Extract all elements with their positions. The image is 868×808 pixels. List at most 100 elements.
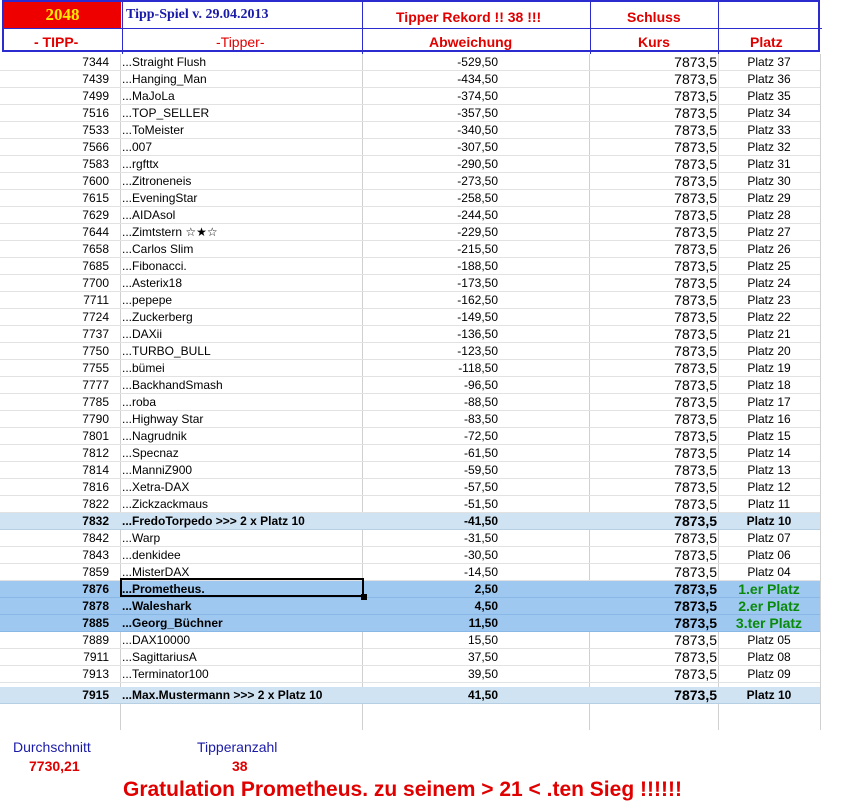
- table-row[interactable]: 7889 ...DAX10000 15,50 7873,5 Platz 05: [0, 632, 820, 649]
- tipper-cell[interactable]: ...Terminator100: [122, 666, 209, 683]
- tipper-cell[interactable]: ...FredoTorpedo >>> 2 x Platz 10: [122, 513, 305, 530]
- tipper-cell[interactable]: ...Waleshark: [122, 598, 192, 615]
- table-row[interactable]: 7801 ...Nagrudnik -72,50 7873,5 Platz 15: [0, 428, 820, 445]
- fill-handle[interactable]: [361, 594, 367, 600]
- tipper-cell[interactable]: ...ToMeister: [122, 122, 184, 139]
- abweichung-cell[interactable]: -31,50: [364, 530, 498, 547]
- table-row[interactable]: 7685 ...Fibonacci. -188,50 7873,5 Platz 25: [0, 258, 820, 275]
- table-row[interactable]: 7814 ...ManniZ900 -59,50 7873,5 Platz 13: [0, 462, 820, 479]
- tipp-cell[interactable]: 7843: [0, 547, 109, 564]
- col-header-platz[interactable]: Platz: [750, 30, 783, 54]
- platz-cell[interactable]: Platz 29: [719, 190, 819, 207]
- tipp-cell[interactable]: 7737: [0, 326, 109, 343]
- table-row[interactable]: 7842 ...Warp -31,50 7873,5 Platz 07: [0, 530, 820, 547]
- tipp-cell[interactable]: 7566: [0, 139, 109, 156]
- table-row[interactable]: 7658 ...Carlos Slim -215,50 7873,5 Platz 26: [0, 241, 820, 258]
- abweichung-cell[interactable]: -434,50: [364, 71, 498, 88]
- platz-cell[interactable]: Platz 22: [719, 309, 819, 326]
- platz-cell[interactable]: Platz 04: [719, 564, 819, 581]
- platz-cell[interactable]: Platz 23: [719, 292, 819, 309]
- abweichung-cell[interactable]: -290,50: [364, 156, 498, 173]
- kurs-cell[interactable]: 7873,5: [590, 309, 717, 326]
- table-row[interactable]: 7700 ...Asterix18 -173,50 7873,5 Platz 24: [0, 275, 820, 292]
- table-row[interactable]: 7629 ...AIDAsol -244,50 7873,5 Platz 28: [0, 207, 820, 224]
- table-row[interactable]: 7777 ...BackhandSmash -96,50 7873,5 Platz 18: [0, 377, 820, 394]
- abweichung-cell[interactable]: -118,50: [364, 360, 498, 377]
- platz-cell[interactable]: Platz 33: [719, 122, 819, 139]
- tipper-cell[interactable]: ...rgfttx: [122, 156, 159, 173]
- tipper-cell[interactable]: ...Zuckerberg: [122, 309, 193, 326]
- kurs-cell[interactable]: 7873,5: [590, 581, 717, 598]
- tipp-cell[interactable]: 7499: [0, 88, 109, 105]
- table-row[interactable]: 7724 ...Zuckerberg -149,50 7873,5 Platz 22: [0, 309, 820, 326]
- kurs-cell[interactable]: 7873,5: [590, 105, 717, 122]
- tipp-cell[interactable]: 7832: [0, 513, 109, 530]
- table-row[interactable]: 7439 ...Hanging_Man -434,50 7873,5 Platz 36: [0, 71, 820, 88]
- col-header-tipper[interactable]: -Tipper-: [216, 30, 265, 54]
- kurs-cell[interactable]: 7873,5: [590, 496, 717, 513]
- tipper-cell[interactable]: ...Hanging_Man: [122, 71, 207, 88]
- kurs-cell[interactable]: 7873,5: [590, 207, 717, 224]
- platz-cell[interactable]: Platz 20: [719, 343, 819, 360]
- platz-cell[interactable]: Platz 35: [719, 88, 819, 105]
- tipper-cell[interactable]: ...Zitroneneis: [122, 173, 191, 190]
- tipp-cell[interactable]: 7600: [0, 173, 109, 190]
- col-header-tipp[interactable]: - TIPP-: [34, 30, 78, 54]
- tipper-cell[interactable]: ...Warp: [122, 530, 160, 547]
- tipper-cell[interactable]: ...Xetra-DAX: [122, 479, 189, 496]
- kurs-cell[interactable]: 7873,5: [590, 258, 717, 275]
- table-row[interactable]: 7533 ...ToMeister -340,50 7873,5 Platz 33: [0, 122, 820, 139]
- abweichung-cell[interactable]: -244,50: [364, 207, 498, 224]
- platz-cell[interactable]: Platz 30: [719, 173, 819, 190]
- tipper-cell[interactable]: ...ManniZ900: [122, 462, 192, 479]
- abweichung-cell[interactable]: 37,50: [364, 649, 498, 666]
- tipp-cell[interactable]: 7439: [0, 71, 109, 88]
- table-row[interactable]: 7915 ...Max.Mustermann >>> 2 x Platz 10 41…: [0, 687, 820, 704]
- platz-cell[interactable]: 3.ter Platz: [719, 615, 819, 632]
- tipp-cell[interactable]: 7750: [0, 343, 109, 360]
- tipp-cell[interactable]: 7911: [0, 649, 109, 666]
- tipper-cell[interactable]: ...DAXii: [122, 326, 162, 343]
- kurs-cell[interactable]: 7873,5: [590, 122, 717, 139]
- table-row[interactable]: 7822 ...Zickzackmaus -51,50 7873,5 Platz 11: [0, 496, 820, 513]
- tipp-cell[interactable]: 7629: [0, 207, 109, 224]
- kurs-cell[interactable]: 7873,5: [590, 343, 717, 360]
- platz-cell[interactable]: Platz 14: [719, 445, 819, 462]
- platz-cell[interactable]: Platz 09: [719, 666, 819, 683]
- table-row[interactable]: 7499 ...MaJoLa -374,50 7873,5 Platz 35: [0, 88, 820, 105]
- tipper-cell[interactable]: ...Zickzackmaus: [122, 496, 208, 513]
- kurs-cell[interactable]: 7873,5: [590, 360, 717, 377]
- tipp-cell[interactable]: 7685: [0, 258, 109, 275]
- kurs-cell[interactable]: 7873,5: [590, 547, 717, 564]
- sheet-title[interactable]: Tipp-Spiel v. 29.04.2013: [126, 3, 269, 27]
- abweichung-cell[interactable]: -273,50: [364, 173, 498, 190]
- tipper-cell[interactable]: ...pepepe: [122, 292, 172, 309]
- abweichung-cell[interactable]: -61,50: [364, 445, 498, 462]
- kurs-cell[interactable]: 7873,5: [590, 564, 717, 581]
- abweichung-cell[interactable]: -357,50: [364, 105, 498, 122]
- tipper-cell[interactable]: ...Straight Flush: [122, 54, 206, 71]
- platz-cell[interactable]: Platz 34: [719, 105, 819, 122]
- platz-cell[interactable]: Platz 21: [719, 326, 819, 343]
- kurs-cell[interactable]: 7873,5: [590, 598, 717, 615]
- table-row[interactable]: 7644 ...Zimtstern ☆★☆ -229,50 7873,5 Platz 2…: [0, 224, 820, 241]
- table-row[interactable]: 7878 ...Waleshark 4,50 7873,5 2.er Platz: [0, 598, 820, 615]
- platz-cell[interactable]: Platz 28: [719, 207, 819, 224]
- kurs-cell[interactable]: 7873,5: [590, 615, 717, 632]
- abweichung-cell[interactable]: -59,50: [364, 462, 498, 479]
- selected-cell[interactable]: [120, 578, 364, 597]
- tipper-cell[interactable]: ...Georg_Büchner: [122, 615, 223, 632]
- platz-cell[interactable]: Platz 11: [719, 496, 819, 513]
- kurs-cell[interactable]: 7873,5: [590, 445, 717, 462]
- tipper-cell[interactable]: ...Carlos Slim: [122, 241, 193, 258]
- platz-cell[interactable]: Platz 08: [719, 649, 819, 666]
- table-row[interactable]: 7615 ...EveningStar -258,50 7873,5 Platz 29: [0, 190, 820, 207]
- abweichung-cell[interactable]: -88,50: [364, 394, 498, 411]
- tipp-cell[interactable]: 7876: [0, 581, 109, 598]
- kurs-cell[interactable]: 7873,5: [590, 513, 717, 530]
- abweichung-cell[interactable]: -72,50: [364, 428, 498, 445]
- tipp-cell[interactable]: 7812: [0, 445, 109, 462]
- tipper-cell[interactable]: ...EveningStar: [122, 190, 197, 207]
- abweichung-cell[interactable]: -83,50: [364, 411, 498, 428]
- tipp-cell[interactable]: 7913: [0, 666, 109, 683]
